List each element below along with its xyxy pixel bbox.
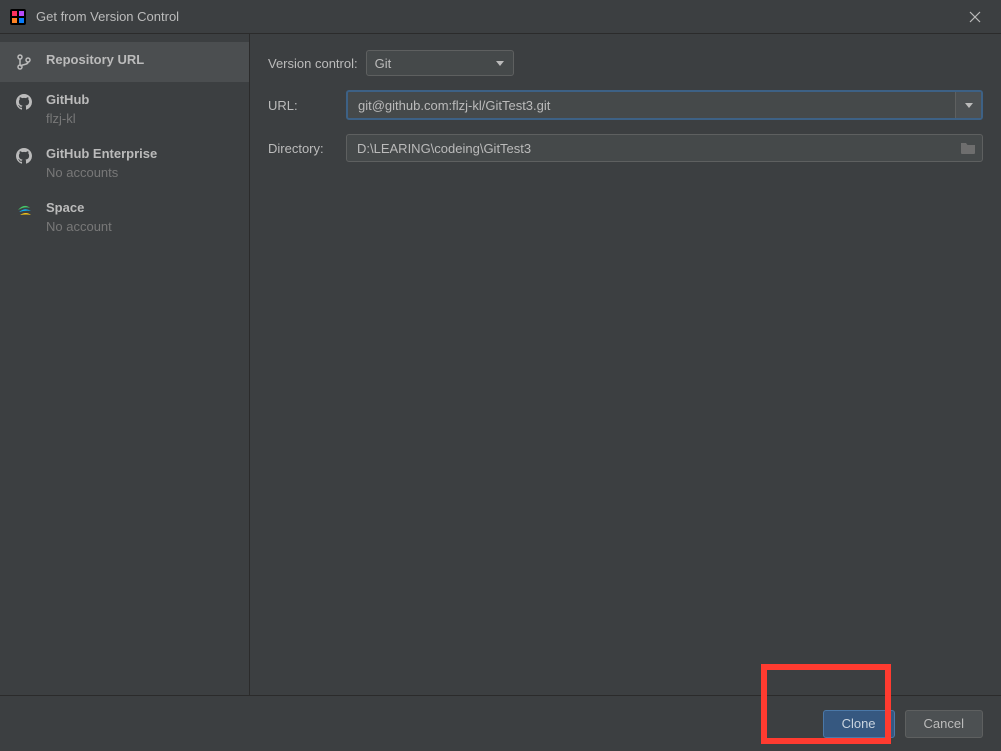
version-control-select[interactable]: Git (366, 50, 514, 76)
sidebar-item-label: GitHub Enterprise (46, 146, 157, 161)
sidebar-item-sublabel: No account (46, 219, 112, 234)
app-icon (10, 9, 26, 25)
directory-label: Directory: (268, 141, 346, 156)
url-row: URL: git@github.com:flzj-kl/GitTest3.git (268, 90, 983, 120)
bottom-bar: Clone Cancel (0, 695, 1001, 751)
sidebar-item-github[interactable]: GitHub flzj-kl (0, 82, 249, 136)
sidebar-item-repository-url[interactable]: Repository URL (0, 42, 249, 82)
sidebar-item-space[interactable]: Space No account (0, 190, 249, 244)
main-area: Repository URL GitHub flzj-kl GitHub Ent (0, 34, 1001, 695)
clone-button-label: Clone (842, 716, 876, 731)
branch-icon (14, 52, 34, 72)
content-panel: Version control: Git URL: git@github.com… (250, 34, 1001, 695)
directory-input[interactable]: D:\LEARING\codeing\GitTest3 (346, 134, 983, 162)
sidebar-item-label: Space (46, 200, 112, 215)
directory-value: D:\LEARING\codeing\GitTest3 (347, 141, 954, 156)
sidebar-item-sublabel: flzj-kl (46, 111, 89, 126)
clone-button[interactable]: Clone (823, 710, 895, 738)
version-control-row: Version control: Git (268, 50, 983, 76)
sidebar-item-sublabel: No accounts (46, 165, 157, 180)
chevron-down-icon (495, 58, 505, 68)
url-input[interactable]: git@github.com:flzj-kl/GitTest3.git (346, 90, 983, 120)
browse-folder-button[interactable] (954, 135, 982, 161)
github-icon (14, 92, 34, 112)
url-value: git@github.com:flzj-kl/GitTest3.git (348, 98, 955, 113)
url-dropdown-button[interactable] (955, 92, 981, 118)
directory-row: Directory: D:\LEARING\codeing\GitTest3 (268, 134, 983, 162)
sidebar: Repository URL GitHub flzj-kl GitHub Ent (0, 34, 250, 695)
titlebar: Get from Version Control (0, 0, 1001, 34)
sidebar-item-label: GitHub (46, 92, 89, 107)
cancel-button[interactable]: Cancel (905, 710, 983, 738)
version-control-value: Git (375, 56, 495, 71)
cancel-button-label: Cancel (924, 716, 964, 731)
window-title: Get from Version Control (36, 9, 959, 24)
sidebar-item-github-enterprise[interactable]: GitHub Enterprise No accounts (0, 136, 249, 190)
close-button[interactable] (959, 1, 991, 33)
sidebar-item-label: Repository URL (46, 52, 144, 67)
version-control-label: Version control: (268, 56, 358, 71)
github-icon (14, 146, 34, 166)
space-icon (14, 200, 34, 220)
url-label: URL: (268, 98, 346, 113)
